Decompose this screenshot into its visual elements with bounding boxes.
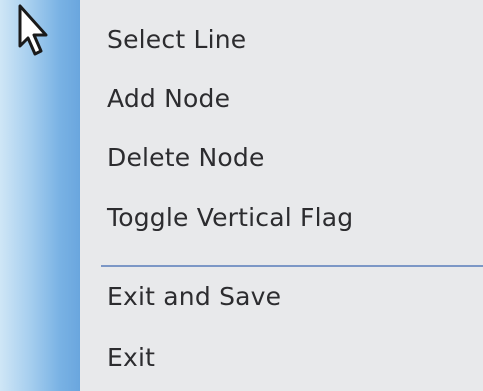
arrow-cursor-icon [18, 4, 48, 56]
menu-item-select-line[interactable]: Select Line [80, 18, 483, 64]
context-menu: Select Line Add Node Delete Node Toggle … [0, 0, 483, 391]
menu-item-label: Select Line [107, 25, 247, 54]
menu-item-toggle-vertical-flag[interactable]: Toggle Vertical Flag [80, 196, 483, 242]
menu-item-exit-and-save[interactable]: Exit and Save [80, 275, 483, 321]
menu-item-exit[interactable]: Exit [80, 336, 483, 382]
menu-item-label: Delete Node [107, 143, 265, 172]
menu-item-label: Exit and Save [107, 282, 282, 311]
menu-item-label: Exit [107, 343, 156, 372]
menu-item-label: Add Node [107, 84, 231, 113]
menu-item-label: Toggle Vertical Flag [107, 203, 354, 232]
menu-item-add-node[interactable]: Add Node [80, 77, 483, 123]
menu-item-delete-node[interactable]: Delete Node [80, 136, 483, 182]
menu-separator [101, 265, 483, 267]
